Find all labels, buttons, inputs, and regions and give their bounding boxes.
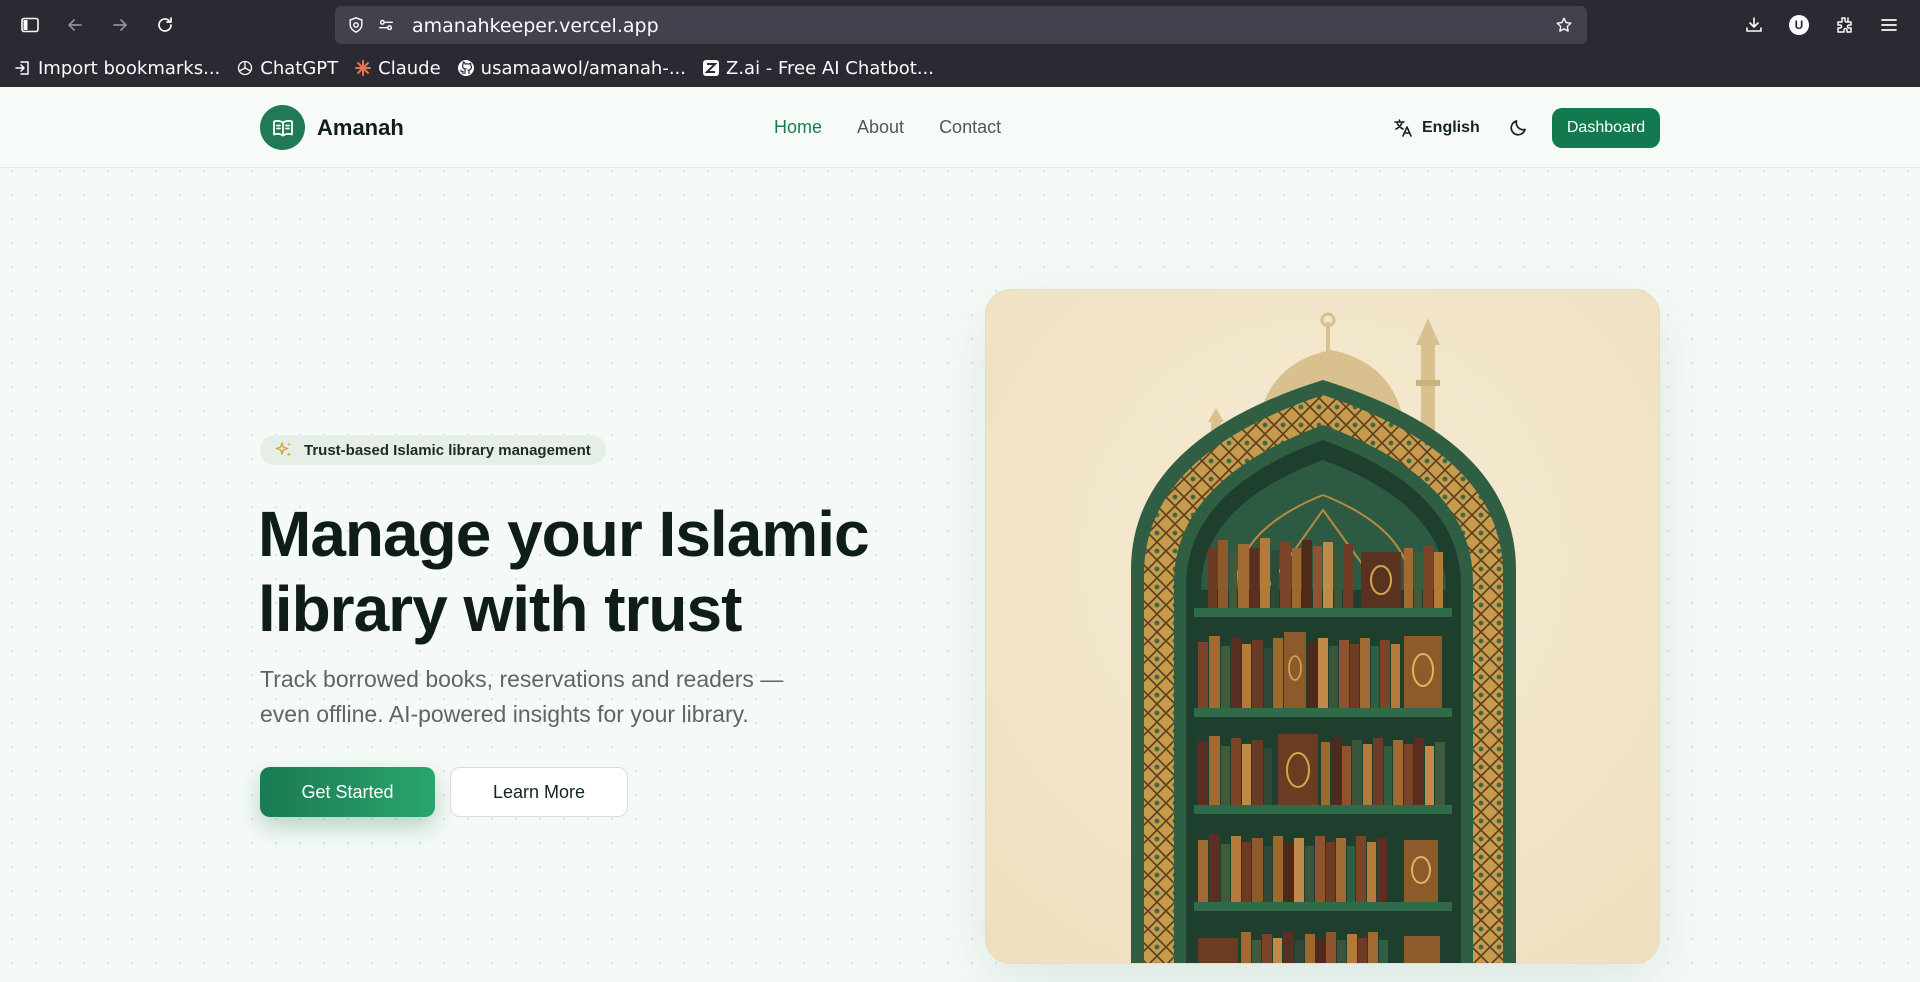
github-icon [457,59,475,77]
bookmarks-bar: Import bookmarks... ChatGPT Claude usama… [0,49,1920,87]
sparkles-icon [275,442,292,457]
bookmark-label: Claude [378,57,441,79]
brand-name: Amanah [317,114,404,140]
bookmark-zai[interactable]: Z.ai - Free AI Chatbot... [702,58,934,79]
zai-icon [702,59,720,77]
browser-toolbar: amanahkeeper.vercel.app U [0,0,1920,49]
downloads-icon[interactable] [1739,10,1769,40]
dashboard-button[interactable]: Dashboard [1552,108,1660,148]
bookmark-chatgpt[interactable]: ChatGPT [236,58,338,79]
import-icon [14,59,32,77]
account-icon[interactable]: U [1784,10,1814,40]
bookmark-claude[interactable]: Claude [354,58,441,79]
bookmark-label: ChatGPT [260,57,339,79]
bookmark-import[interactable]: Import bookmarks... [14,58,220,79]
main-nav: Home About Contact [774,117,1001,138]
browser-chrome: amanahkeeper.vercel.app U Import bookmar… [0,0,1920,87]
extensions-icon[interactable] [1829,10,1859,40]
nav-home[interactable]: Home [774,117,822,138]
bookmark-github[interactable]: usamaawol/amanah-... [457,58,686,79]
claude-icon [354,59,372,77]
chatgpt-icon [236,59,254,77]
nav-contact[interactable]: Contact [939,117,1001,138]
hero-subtitle-line-1: Track borrowed books, reservations and r… [260,666,784,692]
address-bar[interactable]: amanahkeeper.vercel.app [335,6,1587,44]
hero-subtitle: Track borrowed books, reservations and r… [260,662,880,732]
moon-icon[interactable] [1507,115,1531,139]
learn-more-button[interactable]: Learn More [450,767,628,817]
brand-logo[interactable]: Amanah [260,105,404,150]
get-started-button[interactable]: Get Started [260,767,435,817]
menu-icon[interactable] [1874,10,1904,40]
forward-icon[interactable] [105,10,135,40]
account-initial: U [1789,15,1809,35]
open-book-icon [260,105,305,150]
hero-subtitle-line-2: even offline. AI-powered insights for yo… [260,701,749,727]
url-text[interactable]: amanahkeeper.vercel.app [412,15,659,37]
mosque-bookshelf-illustration [986,290,1659,963]
shield-icon[interactable] [345,14,367,36]
reload-icon[interactable] [150,10,180,40]
site-header: Amanah Home About Contact English Dashbo… [0,87,1920,168]
translate-icon [1394,119,1412,137]
site-permissions-icon[interactable] [375,14,397,36]
bookmark-label: usamaawol/amanah-... [480,57,686,79]
bookmark-star-icon[interactable] [1553,14,1575,36]
hero-title-line-1: Manage your Islamic [258,498,870,570]
hero-title-line-2: library with trust [258,573,742,645]
nav-about[interactable]: About [857,117,904,138]
hero-title: Manage your Islamic library with trust [258,497,908,647]
bookmark-label: Z.ai - Free AI Chatbot... [725,57,934,79]
back-icon[interactable] [60,10,90,40]
language-label: English [1422,119,1480,136]
language-switcher[interactable]: English [1392,117,1480,139]
page-viewport: Amanah Home About Contact English Dashbo… [0,87,1920,982]
sidebar-toggle-icon[interactable] [15,10,45,40]
hero-badge-text: Trust-based Islamic library management [304,441,591,459]
bookmark-label: Import bookmarks... [38,57,221,79]
hero-badge: Trust-based Islamic library management [260,435,606,465]
hero-illustration [985,289,1660,964]
